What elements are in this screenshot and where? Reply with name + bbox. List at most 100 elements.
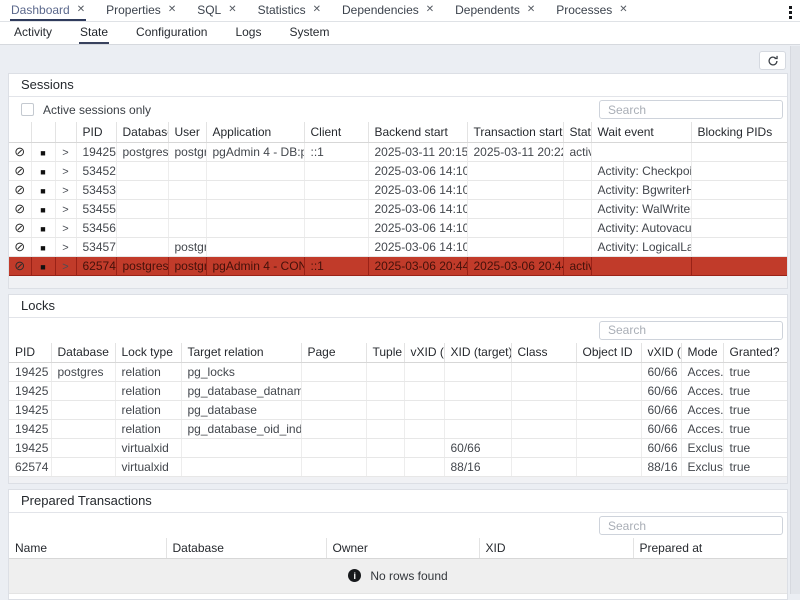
cancel-query-icon-cell[interactable]: ■ — [31, 180, 55, 199]
subtab-system[interactable]: System — [288, 22, 330, 44]
terminate-session-icon[interactable]: ⊘ — [14, 239, 25, 254]
terminate-session-icon[interactable]: ⊘ — [14, 220, 25, 235]
cancel-query-icon-cell[interactable]: ■ — [31, 199, 55, 218]
column-header[interactable]: Tuple — [366, 343, 404, 363]
column-header[interactable]: Wait event — [591, 122, 691, 142]
terminate-session-icon-cell[interactable]: ⊘ — [9, 218, 31, 237]
close-icon[interactable]: ✕ — [619, 5, 627, 15]
terminate-session-icon-cell[interactable]: ⊘ — [9, 199, 31, 218]
cancel-query-icon-cell[interactable]: ■ — [31, 161, 55, 180]
column-header[interactable]: Application — [206, 122, 304, 142]
subtab-state[interactable]: State — [79, 22, 109, 44]
column-header[interactable]: Client — [304, 122, 368, 142]
column-header[interactable]: PID — [9, 343, 51, 363]
locks-search-input[interactable] — [599, 321, 783, 340]
cancel-query-icon-cell[interactable]: ■ — [31, 256, 55, 275]
cancel-query-icon-cell[interactable]: ■ — [31, 142, 55, 161]
terminate-session-icon-cell[interactable]: ⊘ — [9, 161, 31, 180]
close-icon[interactable]: ✕ — [168, 5, 176, 15]
terminate-session-icon[interactable]: ⊘ — [14, 144, 25, 159]
column-header[interactable]: XID — [479, 538, 633, 558]
table-row[interactable]: 19425postgresrelationpg_locks60/66Acces.… — [9, 363, 787, 382]
column-header[interactable]: Page — [301, 343, 366, 363]
column-header[interactable]: Owner — [326, 538, 479, 558]
tab-statistics[interactable]: Statistics✕ — [257, 0, 322, 21]
column-header[interactable]: User — [168, 122, 206, 142]
table-row[interactable]: ⊘■>534552025-03-06 14:10:11 ...Activity:… — [9, 199, 787, 218]
tab-properties[interactable]: Properties✕ — [105, 0, 177, 21]
cancel-query-icon[interactable]: ■ — [40, 243, 45, 253]
column-header[interactable]: Class — [511, 343, 576, 363]
expand-row-icon-cell[interactable]: > — [55, 142, 76, 161]
column-header[interactable]: Database — [116, 122, 168, 142]
expand-row-icon-cell[interactable]: > — [55, 199, 76, 218]
subtab-logs[interactable]: Logs — [234, 22, 262, 44]
table-row[interactable]: ⊘■>534522025-03-06 14:10:11 ...Activity:… — [9, 161, 787, 180]
column-header[interactable]: State — [563, 122, 591, 142]
tab-dependencies[interactable]: Dependencies✕ — [341, 0, 435, 21]
terminate-session-icon-cell[interactable]: ⊘ — [9, 142, 31, 161]
table-row[interactable]: 62574virtualxid88/1688/16Exclusi...true — [9, 458, 787, 477]
terminate-session-icon[interactable]: ⊘ — [14, 182, 25, 197]
cancel-query-icon[interactable]: ■ — [40, 224, 45, 234]
prepared-transactions-search-input[interactable] — [599, 516, 783, 535]
cancel-query-icon[interactable]: ■ — [40, 186, 45, 196]
column-header[interactable]: vXID (... — [641, 343, 681, 363]
active-sessions-only-checkbox[interactable]: Active sessions only — [21, 103, 151, 117]
more-options-kebab-icon[interactable] — [787, 4, 794, 21]
expand-row-icon[interactable]: > — [62, 166, 68, 178]
terminate-session-icon[interactable]: ⊘ — [14, 258, 25, 273]
terminate-session-icon-cell[interactable]: ⊘ — [9, 180, 31, 199]
tab-dependents[interactable]: Dependents✕ — [454, 0, 536, 21]
column-header[interactable]: Backend start — [368, 122, 467, 142]
cancel-query-icon[interactable]: ■ — [40, 148, 45, 158]
column-header[interactable]: Name — [9, 538, 166, 558]
table-row[interactable]: 19425relationpg_database_datname_ind...6… — [9, 382, 787, 401]
cancel-query-icon-cell[interactable]: ■ — [31, 237, 55, 256]
column-header[interactable]: Granted? — [723, 343, 787, 363]
column-header[interactable]: PID — [76, 122, 116, 142]
column-header[interactable]: Target relation — [181, 343, 301, 363]
column-header[interactable]: XID (target) — [444, 343, 511, 363]
terminate-session-icon-cell[interactable]: ⊘ — [9, 256, 31, 275]
close-icon[interactable]: ✕ — [527, 5, 535, 15]
column-header[interactable]: Database — [166, 538, 326, 558]
expand-row-icon-cell[interactable]: > — [55, 256, 76, 275]
close-icon[interactable]: ✕ — [313, 5, 321, 15]
column-header[interactable]: Mode — [681, 343, 723, 363]
tab-dashboard[interactable]: Dashboard✕ — [10, 0, 86, 21]
column-header[interactable]: Transaction start — [467, 122, 563, 142]
subtab-configuration[interactable]: Configuration — [135, 22, 208, 44]
cancel-query-icon[interactable]: ■ — [40, 167, 45, 177]
table-row[interactable]: ⊘■>534532025-03-06 14:10:11 ...Activity:… — [9, 180, 787, 199]
close-icon[interactable]: ✕ — [77, 5, 85, 15]
sessions-search-input[interactable] — [599, 100, 783, 119]
terminate-session-icon[interactable]: ⊘ — [14, 163, 25, 178]
close-icon[interactable]: ✕ — [228, 5, 236, 15]
column-header[interactable]: Lock type — [115, 343, 181, 363]
terminate-session-icon[interactable]: ⊘ — [14, 201, 25, 216]
checkbox-box[interactable] — [21, 103, 34, 116]
table-row[interactable]: ⊘■>62574postgrespostgr...pgAdmin 4 - CON… — [9, 256, 787, 275]
close-icon[interactable]: ✕ — [426, 5, 434, 15]
expand-row-icon-cell[interactable]: > — [55, 161, 76, 180]
column-header[interactable]: Object ID — [576, 343, 641, 363]
expand-row-icon[interactable]: > — [62, 242, 68, 254]
cancel-query-icon[interactable]: ■ — [40, 262, 45, 272]
expand-row-icon-cell[interactable]: > — [55, 237, 76, 256]
cancel-query-icon-cell[interactable]: ■ — [31, 218, 55, 237]
expand-row-icon[interactable]: > — [62, 261, 68, 273]
tab-processes[interactable]: Processes✕ — [555, 0, 628, 21]
tab-sql[interactable]: SQL✕ — [196, 0, 237, 21]
expand-row-icon[interactable]: > — [62, 204, 68, 216]
table-row[interactable]: ⊘■>53457postgr...2025-03-06 14:10:11 ...… — [9, 237, 787, 256]
expand-row-icon[interactable]: > — [62, 185, 68, 197]
table-row[interactable]: 19425relationpg_database_oid_index60/66A… — [9, 420, 787, 439]
terminate-session-icon-cell[interactable]: ⊘ — [9, 237, 31, 256]
column-header[interactable]: Database — [51, 343, 115, 363]
subtab-activity[interactable]: Activity — [13, 22, 53, 44]
window-scrollbar[interactable] — [790, 46, 800, 594]
column-header[interactable]: Prepared at — [633, 538, 787, 558]
expand-row-icon[interactable]: > — [62, 223, 68, 235]
table-row[interactable]: 19425virtualxid60/6660/66Exclusi...true — [9, 439, 787, 458]
